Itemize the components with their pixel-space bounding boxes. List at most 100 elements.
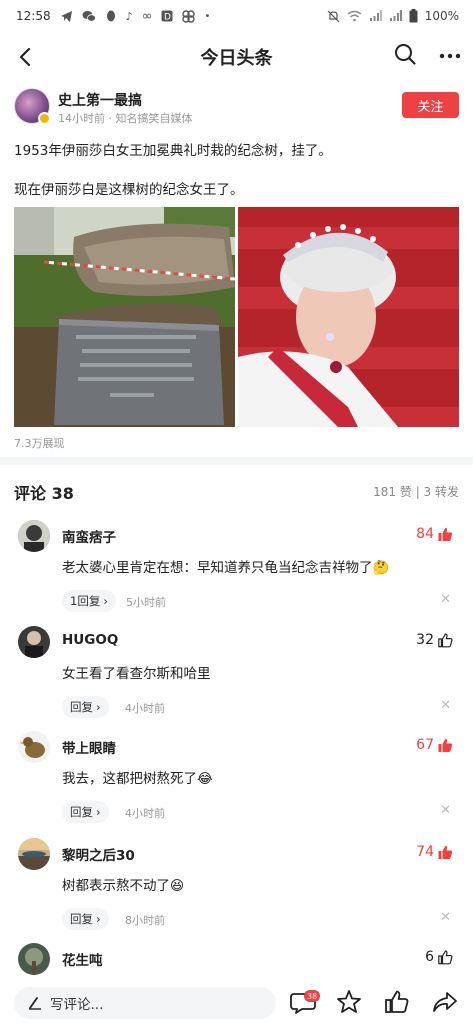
chevron-right-icon: › bbox=[96, 912, 101, 926]
comment-item: 黎明之后30 74 树都表示熬不动了😆 回复 › 8小时前 ✕ bbox=[14, 838, 459, 938]
qq-icon bbox=[106, 10, 115, 21]
mute-icon bbox=[327, 10, 340, 22]
dismiss-icon[interactable]: ✕ bbox=[440, 910, 451, 925]
queen-portrait-photo[interactable] bbox=[238, 207, 459, 427]
battery-icon bbox=[409, 9, 418, 23]
thumbs-up-filled-icon bbox=[438, 527, 453, 541]
comment-text: 女王看了看查尔斯和哈里 bbox=[62, 666, 211, 682]
like-button[interactable]: 6 bbox=[425, 949, 453, 965]
comment-input-placeholder: 写评论... bbox=[50, 997, 104, 1013]
signal-icon-2 bbox=[389, 10, 402, 21]
status-time: 12:58 bbox=[16, 9, 51, 23]
d-icon: D bbox=[161, 10, 173, 22]
comment-time: 5小时前 bbox=[126, 596, 166, 609]
comment-item: 带上眼睛 67 我去，这都把树熬死了😂 回复 › 4小时前 ✕ bbox=[14, 731, 459, 831]
like-button[interactable]: 32 bbox=[416, 632, 453, 648]
pinwheel-icon bbox=[182, 9, 196, 23]
verified-badge-icon bbox=[38, 112, 51, 125]
thumbs-up-filled-icon bbox=[438, 845, 453, 859]
like-button[interactable]: 67 bbox=[416, 737, 453, 753]
like-count: 84 bbox=[416, 526, 434, 542]
wifi-icon bbox=[347, 10, 362, 22]
comments-title: 评论 38 bbox=[14, 484, 74, 503]
commenter-avatar[interactable] bbox=[18, 520, 50, 552]
tiktok-icon: ♪ bbox=[125, 9, 133, 23]
back-button[interactable] bbox=[10, 42, 40, 72]
favorite-button[interactable] bbox=[336, 989, 364, 1017]
grinning-emoji-icon: 😆 bbox=[170, 878, 185, 894]
comment-time: 8小时前 bbox=[125, 914, 165, 927]
telegram-icon bbox=[60, 10, 72, 22]
write-comment-input[interactable]: 写评论... bbox=[14, 987, 276, 1019]
chevron-right-icon: › bbox=[96, 700, 101, 714]
status-bar: 12:58 ♪ ∞ D • 100% bbox=[0, 0, 473, 32]
thumbs-up-icon bbox=[438, 632, 453, 647]
nav-bar: 今日头条 bbox=[0, 36, 473, 78]
comment-item: 南蛮痞子 84 老太婆心里肯定在想：早知道养只龟当纪念吉祥物了🤔 1回复 › 5小… bbox=[14, 520, 459, 620]
comment-count-badge: 38 bbox=[304, 990, 321, 1002]
pen-icon bbox=[29, 997, 41, 1010]
section-divider bbox=[0, 457, 473, 465]
commenter-name[interactable]: HUGOQ bbox=[62, 632, 118, 648]
author-name[interactable]: 史上第一最搞 bbox=[58, 90, 142, 110]
chevron-right-icon: › bbox=[103, 594, 108, 608]
comment-text: 我去，这都把树熬死了😂 bbox=[62, 771, 213, 787]
commenter-name[interactable]: 黎明之后30 bbox=[62, 844, 135, 864]
like-button[interactable]: 84 bbox=[416, 526, 453, 542]
like-post-button[interactable] bbox=[384, 989, 412, 1017]
commenter-avatar[interactable] bbox=[18, 838, 50, 870]
reply-button[interactable]: 1回复 › bbox=[62, 590, 116, 612]
dismiss-icon[interactable]: ✕ bbox=[440, 803, 451, 818]
dot-icon: • bbox=[204, 10, 211, 22]
search-button[interactable] bbox=[393, 42, 421, 70]
thumbs-up-icon bbox=[385, 990, 409, 1013]
commenter-avatar[interactable] bbox=[18, 943, 50, 975]
post-text-line-1: 1953年伊丽莎白女王加冕典礼时栽的纪念树，挂了。 bbox=[14, 143, 332, 159]
author-row: 史上第一最搞 14小时前 · 知名搞笑自媒体 关注 bbox=[14, 88, 459, 128]
comment-item: HUGOQ 32 女王看了看查尔斯和哈里 回复 › 4小时前 ✕ bbox=[14, 626, 459, 726]
search-icon bbox=[395, 44, 416, 65]
comment-time: 4小时前 bbox=[125, 702, 165, 715]
reply-button[interactable]: 回复 › bbox=[62, 801, 109, 823]
share-button[interactable] bbox=[432, 989, 460, 1017]
comments-header: 评论 38 181 赞 | 3 转发 bbox=[14, 478, 459, 503]
back-arrow-icon bbox=[19, 47, 31, 67]
thinking-emoji-icon: 🤔 bbox=[372, 560, 390, 576]
like-count: 74 bbox=[416, 844, 434, 860]
commenter-name[interactable]: 花生吨 bbox=[62, 949, 103, 969]
like-count: 6 bbox=[425, 949, 434, 965]
star-icon bbox=[337, 990, 361, 1013]
comment-text: 树都表示熬不动了😆 bbox=[62, 878, 185, 894]
fallen-tree-photo[interactable] bbox=[14, 207, 235, 427]
view-count: 7.3万展现 bbox=[14, 437, 65, 450]
share-arrow-icon bbox=[433, 992, 457, 1012]
battery-level: 100% bbox=[424, 9, 459, 23]
bottom-action-bar: 写评论... 38 bbox=[0, 980, 473, 1024]
dismiss-icon[interactable]: ✕ bbox=[440, 698, 451, 713]
like-button[interactable]: 74 bbox=[416, 844, 453, 860]
more-button[interactable] bbox=[436, 42, 464, 70]
like-count: 67 bbox=[416, 737, 434, 753]
infinity-icon: ∞ bbox=[141, 8, 153, 24]
author-meta: 14小时前 · 知名搞笑自媒体 bbox=[58, 112, 193, 125]
signal-icon-1 bbox=[369, 10, 382, 21]
commenter-name[interactable]: 南蛮痞子 bbox=[62, 526, 116, 546]
reply-button[interactable]: 回复 › bbox=[62, 696, 109, 718]
commenter-name[interactable]: 带上眼睛 bbox=[62, 737, 116, 757]
like-count: 32 bbox=[416, 632, 434, 648]
comments-stats: 181 赞 | 3 转发 bbox=[373, 485, 459, 499]
comment-text: 老太婆心里肯定在想：早知道养只龟当纪念吉祥物了🤔 bbox=[62, 560, 390, 576]
thumbs-up-icon bbox=[438, 949, 453, 964]
laughing-emoji-icon: 😂 bbox=[197, 771, 213, 787]
chevron-right-icon: › bbox=[96, 805, 101, 819]
follow-button[interactable]: 关注 bbox=[402, 92, 459, 118]
reply-button[interactable]: 回复 › bbox=[62, 908, 109, 930]
comment-item: 花生吨 6 bbox=[14, 943, 459, 979]
commenter-avatar[interactable] bbox=[18, 731, 50, 763]
comment-time: 4小时前 bbox=[125, 807, 165, 820]
dismiss-icon[interactable]: ✕ bbox=[440, 592, 451, 607]
post-text-line-2: 现在伊丽莎白是这棵树的纪念女王了。 bbox=[14, 182, 244, 198]
notification-icons: ♪ ∞ D • bbox=[60, 8, 211, 24]
svg-text:D: D bbox=[164, 13, 171, 23]
commenter-avatar[interactable] bbox=[18, 626, 50, 658]
